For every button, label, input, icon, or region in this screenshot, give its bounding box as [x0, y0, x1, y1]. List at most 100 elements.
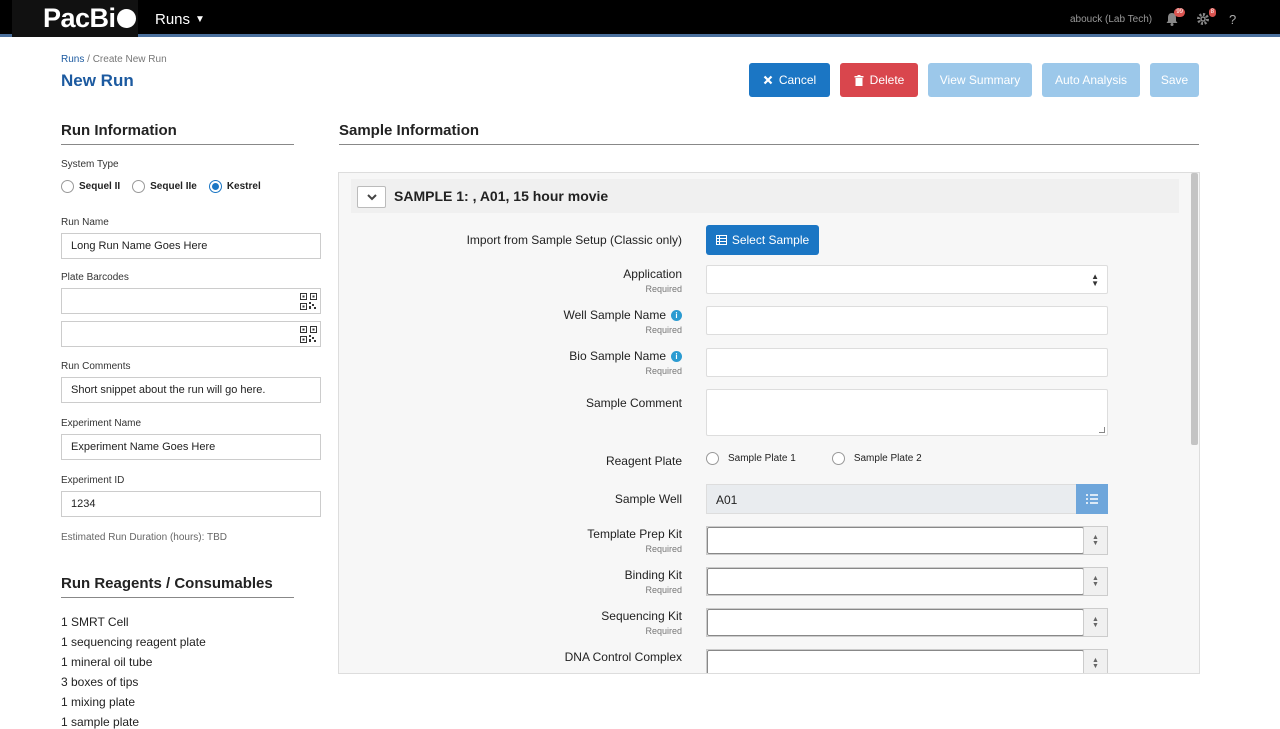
- reagent-plate-label: Reagent Plate: [605, 454, 682, 468]
- bio-sample-name-input[interactable]: [706, 348, 1108, 377]
- auto-analysis-button[interactable]: Auto Analysis: [1042, 63, 1140, 97]
- required-hint: Required: [645, 585, 682, 595]
- breadcrumb-current: Create New Run: [92, 54, 167, 65]
- qr-code-icon[interactable]: [300, 326, 317, 343]
- gear-icon: [1197, 13, 1209, 25]
- template-prep-kit-label: Template Prep Kit: [587, 527, 682, 541]
- experiment-id-input[interactable]: 1234: [61, 491, 321, 517]
- experiment-name-label: Experiment Name: [61, 418, 142, 429]
- logo-text: PacBi: [43, 3, 136, 34]
- radio-label: Sequel IIe: [150, 181, 197, 192]
- required-hint: Required: [645, 284, 682, 294]
- scrollbar[interactable]: [1191, 173, 1198, 445]
- radio-button-selected[interactable]: [208, 180, 222, 193]
- sequencing-kit-select[interactable]: ▲ ▼: [706, 608, 1108, 637]
- logo-dot: [116, 9, 136, 28]
- page-title: New Run: [61, 71, 134, 90]
- kit-input[interactable]: [707, 650, 1084, 673]
- bio-sample-name-label: Bio Sample Name i: [569, 349, 682, 363]
- list-icon: [1086, 494, 1098, 504]
- run-name-input[interactable]: Long Run Name Goes Here: [61, 233, 321, 259]
- system-type-sequel-iie[interactable]: Sequel IIe: [132, 180, 197, 193]
- reagent-item: 1 mixing plate: [61, 695, 136, 709]
- binding-kit-select[interactable]: ▲ ▼: [706, 567, 1108, 596]
- run-comments-input[interactable]: Short snippet about the run will go here…: [61, 377, 321, 403]
- run-information-title: Run Information: [61, 122, 177, 139]
- required-hint: Required: [645, 544, 682, 554]
- logo[interactable]: PacBi: [12, 0, 138, 37]
- chevron-down-icon: ▼: [195, 14, 205, 25]
- reagent-item: 1 sample plate: [61, 715, 140, 729]
- reagent-item: 1 mineral oil tube: [61, 655, 153, 669]
- application-select[interactable]: ▲ ▼: [706, 265, 1108, 294]
- run-reagents-title: Run Reagents / Consumables: [61, 575, 273, 592]
- kit-input[interactable]: [707, 609, 1084, 636]
- required-hint: Required: [645, 366, 682, 376]
- sample-information-title: Sample Information: [339, 122, 480, 139]
- experiment-id-label: Experiment ID: [61, 475, 125, 486]
- radio-label: Sequel II: [79, 181, 121, 192]
- breadcrumb-runs-link[interactable]: Runs: [61, 54, 84, 65]
- select-sample-button[interactable]: Select Sample: [706, 225, 819, 255]
- run-information-divider: [61, 144, 294, 145]
- sample-comment-textarea[interactable]: [706, 389, 1108, 436]
- reagent-plate-1-option[interactable]: Sample Plate 1: [706, 452, 796, 465]
- table-icon: [715, 235, 727, 245]
- chevron-down-icon: [366, 193, 377, 200]
- qr-code-icon[interactable]: [300, 293, 317, 310]
- radio-label: Sample Plate 2: [853, 453, 922, 464]
- system-type-kestrel[interactable]: Kestrel: [208, 180, 261, 193]
- plate-barcode-input-2[interactable]: [61, 321, 321, 347]
- settings-badge: 8: [1208, 8, 1216, 17]
- reagent-item: 1 sequencing reagent plate: [61, 635, 206, 649]
- system-type-radio-group: Sequel II Sequel IIe Kestrel: [61, 180, 273, 193]
- plate-barcode-input-1[interactable]: [61, 288, 321, 314]
- kit-input[interactable]: [707, 568, 1084, 595]
- info-icon[interactable]: i: [671, 310, 682, 321]
- estimated-run-duration: Estimated Run Duration (hours): TBD: [61, 532, 227, 543]
- kit-input[interactable]: [707, 527, 1084, 554]
- select-arrows-icon: ▲ ▼: [1083, 650, 1107, 673]
- select-sample-label: Select Sample: [731, 233, 810, 247]
- select-arrows-icon: ▲ ▼: [1083, 609, 1107, 636]
- runs-menu[interactable]: Runs ▼: [155, 11, 205, 28]
- radio-button[interactable]: [706, 452, 719, 465]
- sample-comment-label: Sample Comment: [585, 396, 682, 410]
- radio-label: Kestrel: [226, 181, 261, 192]
- resize-grip-icon[interactable]: [1099, 427, 1105, 433]
- info-icon[interactable]: i: [671, 351, 682, 362]
- plate-barcodes-label: Plate Barcodes: [61, 272, 129, 283]
- system-type-sequel-ii[interactable]: Sequel II: [61, 180, 120, 193]
- reagent-plate-2-option[interactable]: Sample Plate 2: [831, 452, 922, 465]
- user-name[interactable]: abouck (Lab Tech): [1070, 14, 1152, 25]
- view-summary-button[interactable]: View Summary: [928, 63, 1032, 97]
- notifications-button[interactable]: 99: [1165, 8, 1185, 26]
- close-icon: [763, 75, 773, 85]
- experiment-name-input[interactable]: Experiment Name Goes Here: [61, 434, 321, 460]
- breadcrumb: Runs / Create New Run: [61, 54, 167, 65]
- select-arrows-icon: ▲ ▼: [1083, 527, 1107, 554]
- sample-information-divider: [339, 144, 1199, 145]
- collapse-toggle-button[interactable]: [357, 186, 386, 208]
- run-reagents-divider: [61, 597, 294, 598]
- sample-well-picker-button[interactable]: [1076, 484, 1108, 514]
- radio-button[interactable]: [132, 180, 146, 193]
- radio-button[interactable]: [61, 180, 74, 193]
- cancel-button[interactable]: Cancel: [749, 63, 830, 97]
- top-navbar: PacBi Runs ▼ abouck (Lab Tech) 99 8 ?: [0, 0, 1280, 37]
- dna-control-complex-select[interactable]: ▲ ▼: [706, 649, 1108, 673]
- delete-button[interactable]: Delete: [840, 63, 918, 97]
- sample-header: SAMPLE 1: , A01, 15 hour movie: [351, 179, 1179, 213]
- cancel-label: Cancel: [778, 73, 817, 87]
- sample-well-label: Sample Well: [614, 492, 682, 506]
- help-button[interactable]: ?: [1229, 12, 1236, 27]
- sample-well-input[interactable]: A01: [706, 484, 1108, 514]
- radio-button[interactable]: [831, 452, 845, 465]
- settings-button[interactable]: 8: [1196, 8, 1216, 26]
- save-button[interactable]: Save: [1150, 63, 1199, 97]
- dna-control-complex-label: DNA Control Complex: [564, 650, 682, 664]
- well-sample-name-text: Well Sample Name: [563, 308, 666, 322]
- template-prep-kit-select[interactable]: ▲ ▼: [706, 526, 1108, 555]
- application-label: Application: [623, 267, 682, 281]
- well-sample-name-input[interactable]: [706, 306, 1108, 335]
